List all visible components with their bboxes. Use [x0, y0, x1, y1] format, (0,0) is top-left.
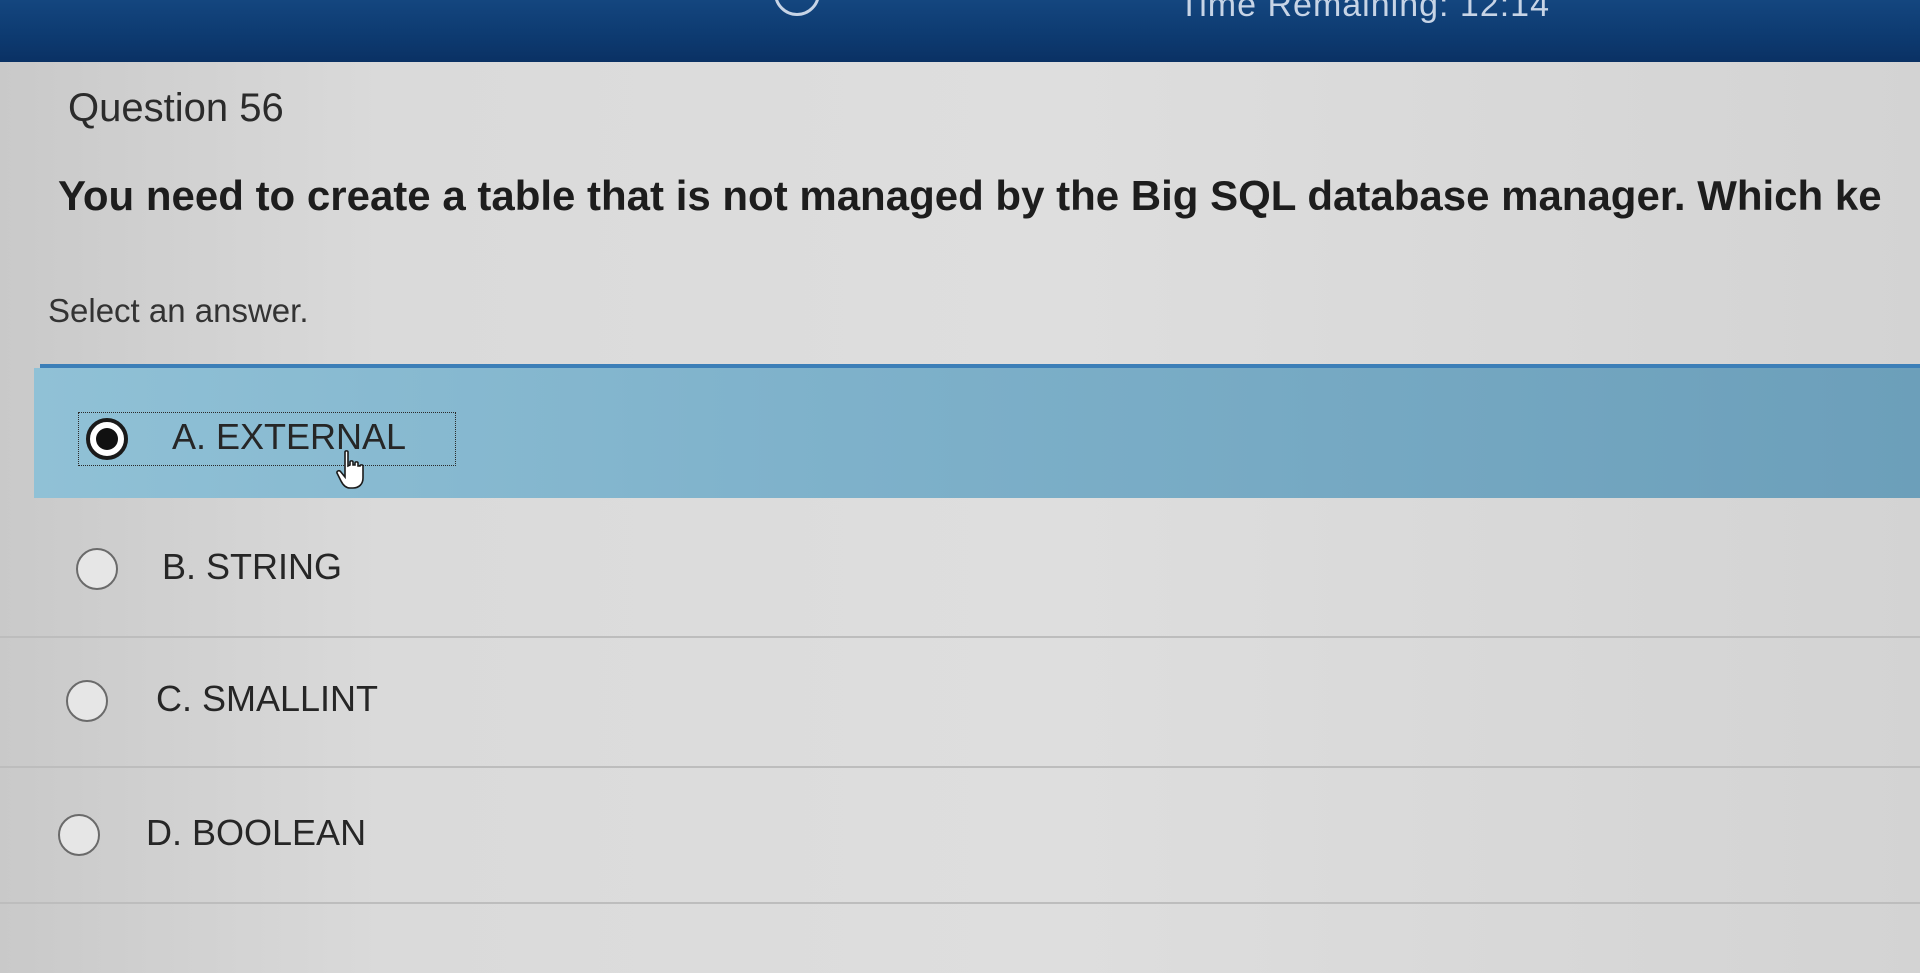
option-separator — [0, 766, 1920, 768]
answer-option-b[interactable]: B. STRING — [0, 510, 1920, 628]
radio-option-b[interactable] — [76, 548, 118, 590]
option-separator — [0, 636, 1920, 638]
option-label-c: C. SMALLINT — [156, 678, 379, 719]
option-label-b: B. STRING — [162, 546, 343, 587]
hand-cursor-icon — [336, 450, 364, 489]
radio-option-c[interactable] — [66, 680, 108, 722]
option-separator — [0, 902, 1920, 904]
answer-option-a[interactable]: A. EXTERNAL — [34, 368, 1920, 498]
question-text: You need to create a table that is not m… — [58, 172, 1882, 219]
answer-option-d[interactable]: D. BOOLEAN — [0, 772, 1920, 890]
option-label-a: A. EXTERNAL — [172, 416, 407, 457]
time-remaining: Time Remaining: 12:14 — [1178, 0, 1550, 24]
answer-option-c[interactable]: C. SMALLINT — [0, 640, 1920, 758]
answer-instruction: Select an answer. — [48, 292, 309, 329]
top-bar: Time Remaining: 12:14 — [0, 0, 1920, 62]
radio-option-a[interactable] — [86, 418, 128, 460]
radio-option-d[interactable] — [58, 814, 100, 856]
timer-icon — [774, 0, 820, 16]
quiz-page: Time Remaining: 12:14 Question 56 You ne… — [0, 0, 1920, 973]
option-label-d: D. BOOLEAN — [146, 812, 367, 853]
question-number: Question 56 — [68, 86, 284, 130]
